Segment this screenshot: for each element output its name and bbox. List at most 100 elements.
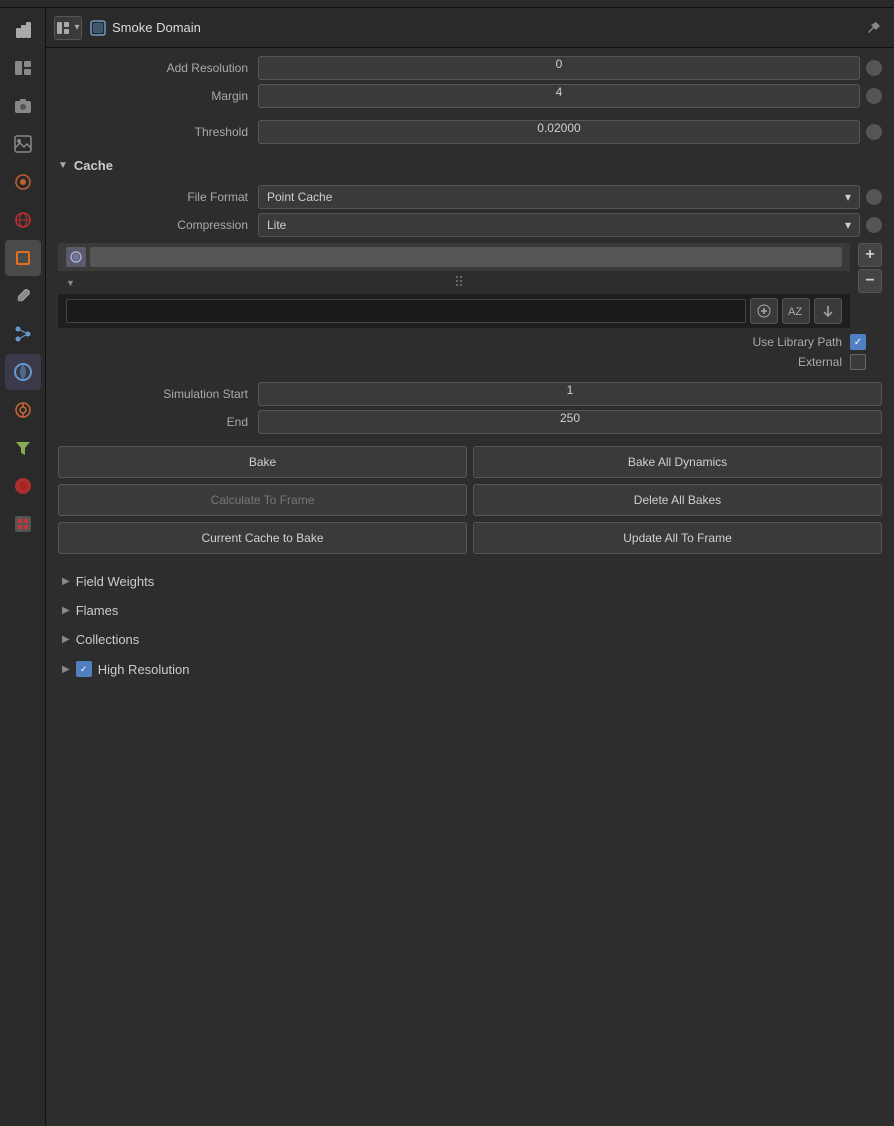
sidebar <box>0 8 46 1126</box>
external-label: External <box>798 355 842 369</box>
path-row: ▼ ⠿ <box>58 243 882 328</box>
panel-header: ▾ Smoke Domain <box>46 8 894 48</box>
sidebar-icon-image[interactable] <box>5 126 41 162</box>
compression-row: Compression Lite ▾ <box>58 213 882 237</box>
sidebar-icon-camera[interactable] <box>5 88 41 124</box>
file-format-dropdown[interactable]: Point Cache ▾ <box>258 185 860 209</box>
sidebar-icon-modifier[interactable] <box>5 50 41 86</box>
main-content: ▾ Smoke Domain Add Resolution <box>46 8 894 1126</box>
sidebar-icon-nodes[interactable] <box>5 316 41 352</box>
path-header <box>58 243 850 271</box>
svg-text:AZ: AZ <box>788 306 802 318</box>
path-drag-dots: ⠿ <box>79 274 842 291</box>
cache-section-header[interactable]: ▼ Cache <box>58 152 882 179</box>
path-side-buttons: + − <box>854 243 882 328</box>
delete-all-bakes-button[interactable]: Delete All Bakes <box>473 484 882 516</box>
compression-dropdown[interactable]: Lite ▾ <box>258 213 860 237</box>
threshold-dot[interactable] <box>866 124 882 140</box>
high-resolution-arrow: ▶ <box>62 664 70 675</box>
high-resolution-section[interactable]: ▶ ✓ High Resolution <box>58 655 882 683</box>
properties-panel: Add Resolution 0 Margin 4 Threshold 0.02… <box>46 48 894 1126</box>
sim-end-row: End 250 <box>58 410 882 434</box>
sidebar-icon-object[interactable] <box>5 240 41 276</box>
use-library-path-row: Use Library Path ✓ <box>58 334 882 350</box>
use-library-path-label: Use Library Path <box>753 335 842 349</box>
sim-end-label: End <box>58 415 258 429</box>
external-row: External <box>58 354 882 370</box>
top-bar <box>0 0 894 8</box>
threshold-row: Threshold 0.02000 <box>58 120 882 144</box>
sidebar-icon-tools[interactable] <box>5 12 41 48</box>
path-input-field: AZ <box>58 294 850 328</box>
sidebar-icon-wrench[interactable] <box>5 278 41 314</box>
compression-value: Lite <box>267 218 286 232</box>
margin-row: Margin 4 <box>58 84 882 108</box>
sidebar-icon-physics[interactable] <box>5 354 41 390</box>
path-main: ▼ ⠿ <box>58 243 850 328</box>
use-library-path-checkbox[interactable]: ✓ <box>850 334 866 350</box>
bake-all-dynamics-button[interactable]: Bake All Dynamics <box>473 446 882 478</box>
path-subrow: ▼ ⠿ <box>58 271 850 294</box>
panel-type-button[interactable]: ▾ <box>54 16 82 40</box>
file-format-row: File Format Point Cache ▾ <box>58 185 882 209</box>
add-resolution-dot[interactable] <box>866 60 882 76</box>
sim-end-input[interactable]: 250 <box>258 410 882 434</box>
file-format-label: File Format <box>58 190 258 204</box>
path-plus-button[interactable]: + <box>858 243 882 267</box>
margin-dot[interactable] <box>866 88 882 104</box>
compression-label: Compression <box>58 218 258 232</box>
threshold-label: Threshold <box>58 125 258 139</box>
path-input-bar <box>90 247 842 267</box>
sidebar-icon-object-data[interactable] <box>5 468 41 504</box>
sidebar-icon-material[interactable] <box>5 164 41 200</box>
current-cache-to-bake-button[interactable]: Current Cache to Bake <box>58 522 467 554</box>
cache-arrow: ▼ <box>58 160 68 171</box>
sim-start-label: Simulation Start <box>58 387 258 401</box>
collections-section[interactable]: ▶ Collections <box>58 626 882 653</box>
compression-dot[interactable] <box>866 217 882 233</box>
sidebar-icon-constraints[interactable] <box>5 392 41 428</box>
field-weights-arrow: ▶ <box>62 576 70 587</box>
margin-input[interactable]: 4 <box>258 84 860 108</box>
sim-start-row: Simulation Start 1 <box>58 382 882 406</box>
bake-button[interactable]: Bake <box>58 446 467 478</box>
path-subrow-triangle: ▼ <box>66 278 75 288</box>
path-icon <box>66 247 86 267</box>
file-format-arrow: ▾ <box>845 190 851 204</box>
margin-label: Margin <box>58 89 258 103</box>
flames-arrow: ▶ <box>62 605 70 616</box>
panel-title: Smoke Domain <box>112 20 854 35</box>
file-format-value: Point Cache <box>267 190 332 204</box>
path-text-input[interactable] <box>66 299 746 323</box>
calculate-row: Calculate To Frame Delete All Bakes <box>58 484 882 516</box>
collections-arrow: ▶ <box>62 634 70 645</box>
path-sort-az-icon[interactable]: AZ <box>782 298 810 324</box>
threshold-input[interactable]: 0.02000 <box>258 120 860 144</box>
current-cache-row: Current Cache to Bake Update All To Fram… <box>58 522 882 554</box>
sidebar-icon-filter[interactable] <box>5 430 41 466</box>
update-all-to-frame-button[interactable]: Update All To Frame <box>473 522 882 554</box>
external-checkbox[interactable] <box>850 354 866 370</box>
file-format-dot[interactable] <box>866 189 882 205</box>
field-weights-label: Field Weights <box>76 574 155 589</box>
flames-section[interactable]: ▶ Flames <box>58 597 882 624</box>
add-resolution-input[interactable]: 0 <box>258 56 860 80</box>
calculate-to-frame-button[interactable]: Calculate To Frame <box>58 484 467 516</box>
pin-button[interactable] <box>862 16 886 40</box>
path-add-icon[interactable] <box>750 298 778 324</box>
add-resolution-row: Add Resolution 0 <box>58 56 882 80</box>
flames-label: Flames <box>76 603 119 618</box>
path-minus-button[interactable]: − <box>858 269 882 293</box>
collections-label: Collections <box>76 632 140 647</box>
bake-row: Bake Bake All Dynamics <box>58 446 882 478</box>
high-resolution-checkbox[interactable]: ✓ <box>76 661 92 677</box>
high-resolution-label: High Resolution <box>98 662 190 677</box>
sidebar-icon-render[interactable] <box>5 506 41 542</box>
add-resolution-label: Add Resolution <box>58 61 258 75</box>
path-sort-down-icon[interactable] <box>814 298 842 324</box>
compression-arrow: ▾ <box>845 218 851 232</box>
sim-start-input[interactable]: 1 <box>258 382 882 406</box>
cache-section-label: Cache <box>74 158 113 173</box>
sidebar-icon-world[interactable] <box>5 202 41 238</box>
field-weights-section[interactable]: ▶ Field Weights <box>58 568 882 595</box>
